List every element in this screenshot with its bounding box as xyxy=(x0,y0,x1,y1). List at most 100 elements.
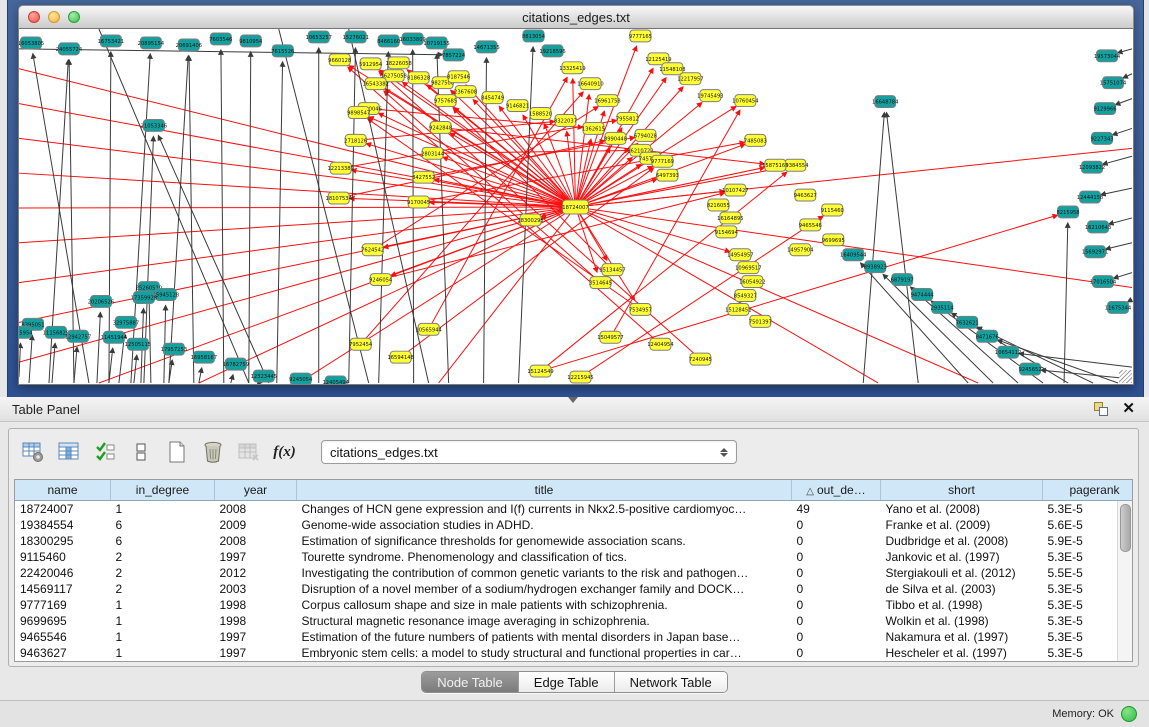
graph-node[interactable]: 19573044 xyxy=(1094,50,1120,62)
table-cell[interactable]: 1997 xyxy=(215,549,297,565)
close-window-button[interactable] xyxy=(28,11,40,23)
graph-node[interactable]: 8466160 xyxy=(377,35,400,47)
table-cell[interactable]: 0 xyxy=(792,517,881,533)
scrollbar-thumb[interactable] xyxy=(1120,504,1131,552)
column-header-title[interactable]: title xyxy=(297,480,792,501)
graph-edge-black[interactable] xyxy=(257,383,258,384)
float-panel-icon[interactable] xyxy=(1094,402,1108,416)
graph-node[interactable]: 16409544 xyxy=(840,249,866,261)
graph-edge-black[interactable] xyxy=(74,347,77,383)
graph-edge-black[interactable] xyxy=(169,56,188,383)
graph-edge-black[interactable] xyxy=(1112,128,1132,134)
graph-edge-black[interactable] xyxy=(1123,74,1132,78)
graph-node[interactable]: 7501397 xyxy=(749,315,772,327)
graph-node[interactable]: 12444158 xyxy=(1077,191,1103,203)
graph-node[interactable]: 9810954 xyxy=(239,35,262,47)
graph-node[interactable]: 16033809 xyxy=(399,33,425,45)
table-scrollbar[interactable] xyxy=(1117,501,1132,661)
graph-node[interactable]: 16782759 xyxy=(223,358,249,370)
table-cell[interactable]: Franke et al. (2009) xyxy=(881,517,1043,533)
graph-node[interactable]: 15875165 xyxy=(762,159,788,171)
table-cell[interactable]: 9699695 xyxy=(15,613,111,629)
graph-edge-red[interactable] xyxy=(369,117,576,207)
graph-node[interactable]: 1588520 xyxy=(529,108,552,120)
minimize-window-button[interactable] xyxy=(48,11,60,23)
graph-node[interactable]: 8454749 xyxy=(481,92,504,104)
graph-node[interactable]: 18724007 xyxy=(562,200,588,214)
table-row[interactable]: 1872400712008Changes of HCN gene express… xyxy=(15,501,1133,518)
graph-edge-black[interactable] xyxy=(1106,243,1132,249)
table-row[interactable]: 1830029562008Estimation of significance … xyxy=(15,533,1133,549)
graph-node[interactable]: 17359928 xyxy=(131,292,157,304)
graph-edge-black[interactable] xyxy=(221,50,224,383)
graph-node[interactable]: 16543382 xyxy=(362,78,388,90)
graph-node[interactable]: 16164895 xyxy=(717,212,743,224)
table-cell[interactable]: 0 xyxy=(792,549,881,565)
table-cell[interactable]: 49 xyxy=(792,501,881,518)
graph-edge-black[interactable] xyxy=(52,343,55,383)
graph-node[interactable]: 16210643 xyxy=(1085,221,1111,233)
graph-node[interactable]: 2803144 xyxy=(421,147,444,159)
graph-node[interactable]: 15276021 xyxy=(343,31,369,43)
table-cell[interactable]: 9777169 xyxy=(15,597,111,613)
graph-node[interactable]: 12505115 xyxy=(125,338,151,350)
table-cell[interactable]: 1997 xyxy=(215,629,297,645)
graph-node[interactable]: 9660128 xyxy=(328,54,351,66)
graph-node[interactable]: 8427552 xyxy=(412,171,435,183)
table-cell[interactable]: Investigating the contribution of common… xyxy=(297,565,792,581)
graph-node[interactable]: 15134457 xyxy=(599,264,625,276)
table-cell[interactable]: 0 xyxy=(792,645,881,661)
graph-node[interactable]: 16753421 xyxy=(98,35,124,47)
graph-node[interactable]: 14957904 xyxy=(787,244,813,256)
graph-edge-black[interactable] xyxy=(1114,273,1132,279)
graph-node[interactable]: 9170045 xyxy=(407,196,430,208)
graph-node[interactable]: 15692971 xyxy=(1082,246,1108,258)
table-cell[interactable]: Hescheler et al. (1997) xyxy=(881,645,1043,661)
graph-node[interactable]: 3514645 xyxy=(589,277,612,289)
graph-edge-black[interactable] xyxy=(199,368,202,383)
table-cell[interactable]: Corpus callosum shape and size in male p… xyxy=(297,597,792,613)
attribute-table[interactable]: namein_degreeyeartitle△out_de…shortpager… xyxy=(15,480,1133,661)
graph-node[interactable]: 9245652 xyxy=(1019,363,1042,375)
graph-edge-black[interactable] xyxy=(19,343,21,377)
graph-edge-red[interactable] xyxy=(348,67,661,344)
graph-node[interactable]: 13325419 xyxy=(559,62,585,74)
graph-node[interactable]: 10719155 xyxy=(423,37,449,49)
graph-edge-black[interactable] xyxy=(231,375,233,383)
table-cell[interactable]: Tourette syndrome. Phenomenology and cla… xyxy=(297,549,792,565)
table-row[interactable]: 946362711997Embryonic stem cells: a mode… xyxy=(15,645,1133,661)
graph-node[interactable]: 16961758 xyxy=(594,95,620,107)
table-cell[interactable]: Jankovic et al. (1997) xyxy=(881,549,1043,565)
table-cell[interactable]: 18300295 xyxy=(15,533,111,549)
graph-node[interactable]: 8813054 xyxy=(522,30,545,42)
table-cell[interactable]: 2 xyxy=(111,549,215,565)
function-builder-icon[interactable]: f(x) xyxy=(271,439,298,466)
graph-node[interactable]: 16958167 xyxy=(191,351,217,363)
graph-node[interactable]: 18226058 xyxy=(385,57,411,69)
graph-node[interactable]: 12213389 xyxy=(328,162,354,174)
graph-edge-black[interactable] xyxy=(1101,188,1132,195)
graph-edge-black[interactable] xyxy=(1109,218,1132,224)
delete-table-icon[interactable] xyxy=(199,439,226,466)
graph-node[interactable]: 16640910 xyxy=(577,78,603,90)
table-cell[interactable]: 1997 xyxy=(215,645,297,661)
graph-node[interactable]: 8216055 xyxy=(707,199,730,211)
table-cell[interactable]: Tibbo et al. (1998) xyxy=(881,597,1043,613)
graph-node[interactable]: 6497393 xyxy=(656,169,679,181)
select-columns-icon[interactable] xyxy=(91,439,118,466)
table-cell[interactable]: 1998 xyxy=(215,597,297,613)
graph-edge-red[interactable] xyxy=(439,207,576,383)
graph-node[interactable]: 16054922 xyxy=(739,276,765,288)
graph-edge-black[interactable] xyxy=(149,298,151,383)
graph-node[interactable]: 6794028 xyxy=(634,129,657,141)
table-row[interactable]: 1456911722003Disruption of a novel membe… xyxy=(15,581,1133,597)
table-cell[interactable]: 2008 xyxy=(215,533,297,549)
table-row[interactable]: 946554611997Estimation of the future num… xyxy=(15,629,1133,645)
table-cell[interactable]: 1 xyxy=(111,629,215,645)
tab-network-table[interactable]: Network Table xyxy=(615,672,727,692)
graph-node[interactable]: 9129966 xyxy=(1093,103,1116,115)
graph-edge-black[interactable] xyxy=(349,48,356,383)
graph-node[interactable]: 12404954 xyxy=(647,338,673,350)
tab-edge-table[interactable]: Edge Table xyxy=(519,672,615,692)
graph-node[interactable]: 11451944 xyxy=(101,331,127,343)
